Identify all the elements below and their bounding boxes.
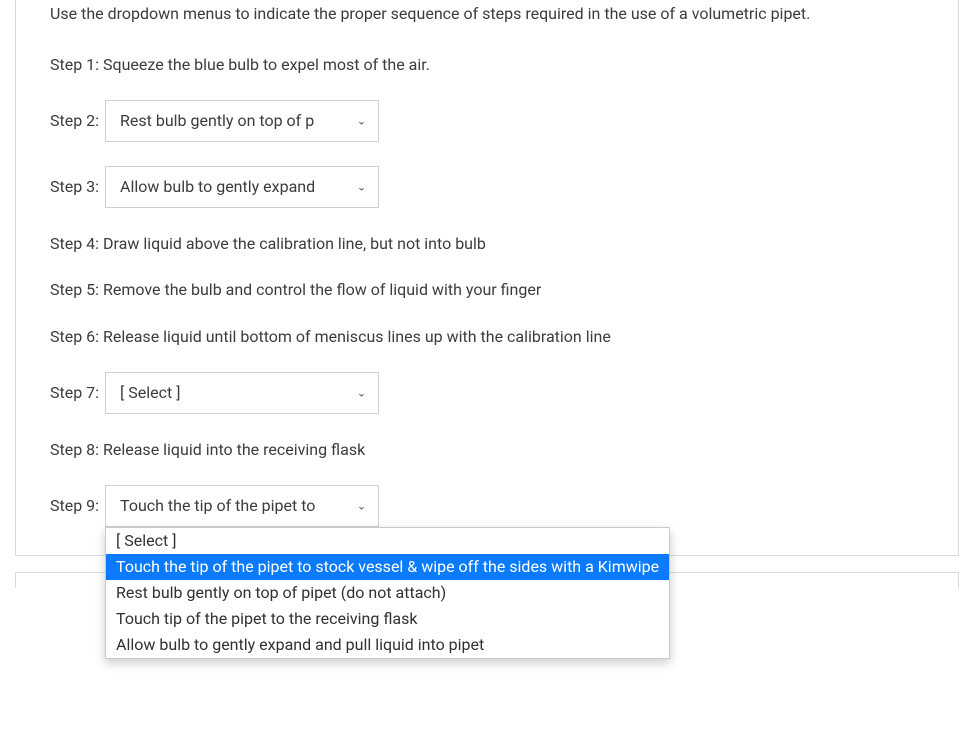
step-9-option[interactable]: Touch the tip of the pipet to stock vess…	[106, 554, 669, 580]
step-9-label: Step 9:	[50, 496, 99, 515]
step-3-selected-value: Allow bulb to gently expand	[120, 177, 315, 196]
step-2-selected-value: Rest bulb gently on top of p	[120, 111, 314, 130]
step-7-select[interactable]: [ Select ] ⌄	[105, 372, 379, 414]
step-6-text: Step 6: Release liquid until bottom of m…	[50, 325, 932, 350]
step-8-text: Step 8: Release liquid into the receivin…	[50, 438, 932, 463]
chevron-down-icon: ⌄	[357, 114, 366, 127]
step-1-text: Step 1: Squeeze the blue bulb to expel m…	[50, 53, 932, 78]
step-9-select-wrap: Touch the tip of the pipet to ⌄ [ Select…	[105, 485, 379, 527]
chevron-down-icon: ⌄	[357, 386, 366, 399]
step-7-label: Step 7:	[50, 383, 99, 402]
step-7-select-wrap: [ Select ] ⌄	[105, 372, 379, 414]
step-3-select[interactable]: Allow bulb to gently expand ⌄	[105, 166, 379, 208]
step-7-row: Step 7: [ Select ] ⌄	[50, 372, 932, 414]
step-5-text: Step 5: Remove the bulb and control the …	[50, 278, 932, 303]
step-2-row: Step 2: Rest bulb gently on top of p ⌄	[50, 100, 932, 142]
step-9-option[interactable]: Rest bulb gently on top of pipet (do not…	[106, 580, 669, 606]
step-2-select-wrap: Rest bulb gently on top of p ⌄	[105, 100, 379, 142]
step-9-option[interactable]: Touch tip of the pipet to the receiving …	[106, 606, 669, 632]
step-2-label: Step 2:	[50, 111, 99, 130]
step-9-selected-value: Touch the tip of the pipet to	[120, 496, 315, 515]
step-9-option[interactable]: [ Select ]	[106, 528, 669, 554]
step-7-selected-value: [ Select ]	[120, 383, 180, 402]
step-3-row: Step 3: Allow bulb to gently expand ⌄	[50, 166, 932, 208]
chevron-down-icon: ⌄	[357, 499, 366, 512]
intro-text: Use the dropdown menus to indicate the p…	[50, 0, 932, 27]
step-3-select-wrap: Allow bulb to gently expand ⌄	[105, 166, 379, 208]
step-2-select[interactable]: Rest bulb gently on top of p ⌄	[105, 100, 379, 142]
step-9-select[interactable]: Touch the tip of the pipet to ⌄	[105, 485, 379, 527]
step-9-dropdown: [ Select ]Touch the tip of the pipet to …	[105, 527, 670, 659]
step-9-option[interactable]: Allow bulb to gently expand and pull liq…	[106, 632, 669, 658]
chevron-down-icon: ⌄	[357, 180, 366, 193]
step-9-row: Step 9: Touch the tip of the pipet to ⌄ …	[50, 485, 932, 527]
question-card: Use the dropdown menus to indicate the p…	[15, 0, 959, 556]
step-4-text: Step 4: Draw liquid above the calibratio…	[50, 232, 932, 257]
step-3-label: Step 3:	[50, 177, 99, 196]
